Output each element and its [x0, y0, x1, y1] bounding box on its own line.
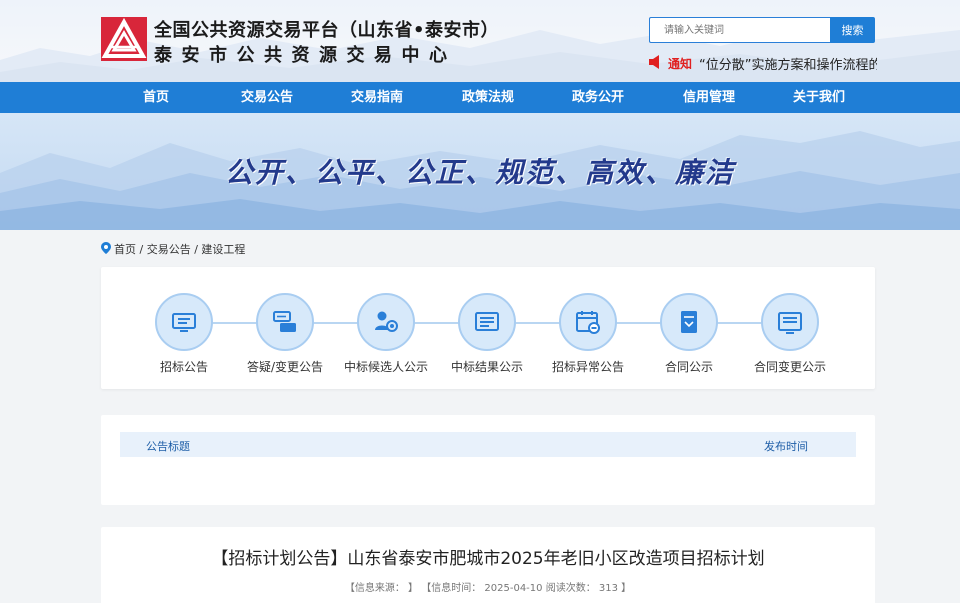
category-contract-change[interactable]: 合同变更公示 — [740, 293, 840, 375]
list-screen-icon — [475, 312, 499, 331]
main-nav: 首页 交易公告 交易指南 政策法规 政务公开 信用管理 关于我们 — [0, 82, 960, 113]
nav-home[interactable]: 首页 — [111, 82, 201, 113]
slogan-banner: 公开、公平、公正、规范、高效、廉洁 — [0, 113, 960, 230]
column-title-header: 公告标题 — [146, 440, 190, 453]
category-label: 招标公告 — [159, 360, 208, 374]
list-header: 公告标题 发布时间 — [120, 432, 856, 457]
nav-about[interactable]: 关于我们 — [774, 82, 864, 113]
notice-ticker[interactable]: 通知 “位分散”实施方案和操作流程的 — [649, 53, 877, 73]
banner-slogan: 公开、公平、公正、规范、高效、廉洁 — [224, 156, 735, 189]
category-winning-candidate[interactable]: 中标候选人公示 — [336, 293, 436, 375]
announcement-list: 公告标题 发布时间 — [101, 415, 875, 505]
category-label: 招标异常公告 — [551, 360, 624, 374]
notice-text[interactable]: “位分散”实施方案和操作流程的 — [699, 54, 877, 73]
category-label: 中标结果公示 — [450, 360, 523, 374]
monitor-icon — [172, 313, 196, 332]
nav-credit[interactable]: 信用管理 — [664, 82, 754, 113]
platform-title: 全国公共资源交易平台（山东省•泰安市） — [154, 20, 500, 41]
breadcrumb: 首页 / 交易公告 / 建设工程 — [101, 241, 245, 257]
search-input[interactable] — [649, 17, 831, 43]
nav-policy[interactable]: 政策法规 — [443, 82, 533, 113]
column-time-header: 发布时间 — [764, 440, 808, 453]
breadcrumb-text[interactable]: 首页 / 交易公告 / 建设工程 — [114, 243, 245, 256]
nav-trade-guide[interactable]: 交易指南 — [332, 82, 422, 113]
document-screen-icon — [778, 312, 802, 334]
category-bid-notice[interactable]: 招标公告 — [134, 293, 234, 375]
category-label: 合同公示 — [664, 360, 713, 374]
notice-tag: 通知 — [668, 57, 693, 71]
site-logo — [101, 17, 147, 61]
category-contract[interactable]: 合同公示 — [639, 293, 739, 375]
category-winning-result[interactable]: 中标结果公示 — [437, 293, 537, 375]
article-card: 【招标计划公告】山东省泰安市肥城市2025年老旧小区改造项目招标计划 【信息来源… — [101, 527, 875, 603]
person-badge-icon — [375, 311, 398, 332]
category-label: 答疑/变更公告 — [246, 360, 324, 374]
search-button[interactable]: 搜索 — [830, 17, 875, 43]
category-label: 中标候选人公示 — [343, 360, 428, 374]
exchange-icon — [273, 311, 296, 332]
article-title: 【招标计划公告】山东省泰安市肥城市2025年老旧小区改造项目招标计划 — [211, 549, 765, 569]
article-meta: 【信息来源： 】 【信息时间： 2025-04-10 阅读次数： 313 】 — [344, 583, 632, 594]
speaker-icon — [649, 55, 659, 69]
category-label: 合同变更公示 — [753, 360, 826, 374]
center-title: 泰安市公共资源交易中心 — [154, 45, 457, 66]
category-bid-exception[interactable]: 招标异常公告 — [538, 293, 638, 375]
location-pin-icon — [101, 242, 111, 254]
calendar-minus-icon — [576, 311, 600, 334]
category-qa-change[interactable]: 答疑/变更公告 — [235, 293, 335, 375]
nav-trade-notice[interactable]: 交易公告 — [222, 82, 312, 113]
contract-icon — [681, 311, 697, 333]
category-card: 招标公告 答疑/变更公告 中标候选人公示 中标结果公示 招标异常公告 合同公示 … — [101, 267, 875, 389]
site-header: 全国公共资源交易平台（山东省•泰安市） 泰安市公共资源交易中心 搜索 通知 “位… — [0, 0, 960, 82]
nav-gov-affairs[interactable]: 政务公开 — [553, 82, 643, 113]
